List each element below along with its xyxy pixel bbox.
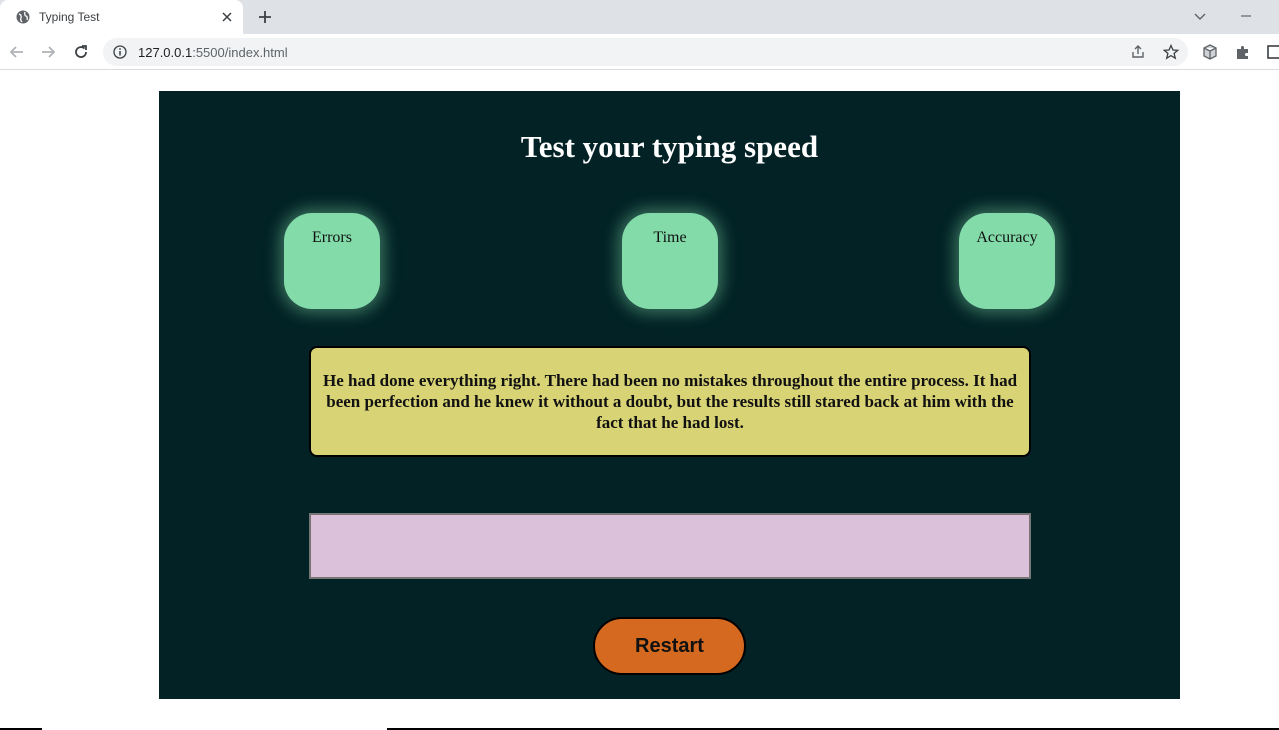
typing-input[interactable]	[309, 513, 1031, 579]
tab-strip: Typing Test	[0, 0, 1279, 34]
url-text: 127.0.0.1:5500/index.html	[138, 45, 288, 60]
forward-arrow-icon[interactable]	[38, 42, 58, 62]
accuracy-box: Accuracy	[959, 213, 1055, 309]
quote-box: He had done everything right. There had …	[309, 346, 1031, 457]
page-title: Test your typing speed	[520, 129, 819, 164]
typing-test-app: Test your typing speed Errors Time Accur…	[159, 91, 1180, 699]
accuracy-label: Accuracy	[976, 229, 1038, 246]
errors-label: Errors	[312, 229, 352, 246]
extension-cube-icon[interactable]	[1202, 44, 1218, 60]
time-label: Time	[653, 229, 687, 246]
restart-button[interactable]: Restart	[593, 617, 746, 675]
share-icon[interactable]	[1130, 44, 1146, 60]
new-tab-icon[interactable]	[256, 8, 274, 26]
browser-tab[interactable]: Typing Test	[0, 0, 243, 34]
minimize-icon[interactable]	[1238, 8, 1254, 24]
browser-toolbar: 127.0.0.1:5500/index.html	[0, 34, 1279, 70]
address-bar[interactable]: 127.0.0.1:5500/index.html	[103, 38, 1188, 66]
reload-icon[interactable]	[71, 42, 91, 62]
quote-text: He had done everything right. There had …	[322, 371, 1018, 432]
puzzle-icon[interactable]	[1235, 44, 1251, 60]
back-arrow-icon[interactable]	[7, 42, 27, 62]
tab-title: Typing Test	[39, 10, 100, 24]
globe-icon	[16, 10, 30, 24]
info-icon[interactable]	[113, 45, 127, 59]
close-icon[interactable]	[219, 9, 235, 25]
star-icon[interactable]	[1163, 44, 1179, 60]
errors-box: Errors	[284, 213, 380, 309]
time-box: Time	[622, 213, 718, 309]
side-panel-icon[interactable]	[1266, 44, 1279, 60]
chevron-down-icon[interactable]	[1192, 8, 1208, 24]
